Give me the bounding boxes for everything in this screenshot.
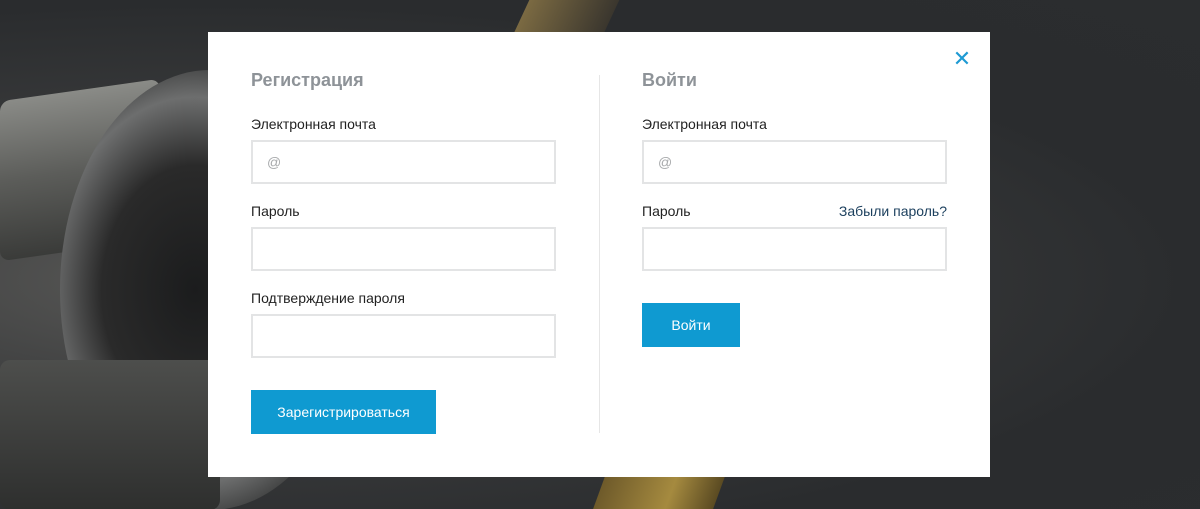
login-password-field[interactable] [642, 227, 947, 271]
register-section: Регистрация Электронная почта @ Пароль П… [251, 68, 556, 434]
login-title: Войти [642, 70, 697, 90]
register-button[interactable]: Зарегистрироваться [251, 390, 436, 434]
forgot-password-link[interactable]: Забыли пароль? [839, 202, 947, 220]
register-password-label: Пароль [251, 203, 300, 219]
login-email-label: Электронная почта [642, 116, 767, 132]
login-button[interactable]: Войти [642, 303, 740, 347]
register-email-label: Электронная почта [251, 116, 376, 132]
register-email-placeholder: @ [267, 154, 282, 170]
login-email-placeholder: @ [658, 154, 673, 170]
register-confirm-label: Подтверждение пароля [251, 290, 405, 306]
register-confirm-field[interactable] [251, 314, 556, 358]
login-password-label: Пароль [642, 203, 691, 219]
register-email-field[interactable]: @ [251, 140, 556, 184]
register-password-field[interactable] [251, 227, 556, 271]
login-section: Войти Электронная почта @ Пароль Забыли … [642, 68, 947, 347]
close-icon[interactable]: ✕ [952, 49, 972, 71]
login-email-field[interactable]: @ [642, 140, 947, 184]
column-divider [599, 75, 600, 433]
auth-modal: ✕ Регистрация Электронная почта @ Пароль… [208, 32, 990, 477]
register-title: Регистрация [251, 70, 364, 90]
